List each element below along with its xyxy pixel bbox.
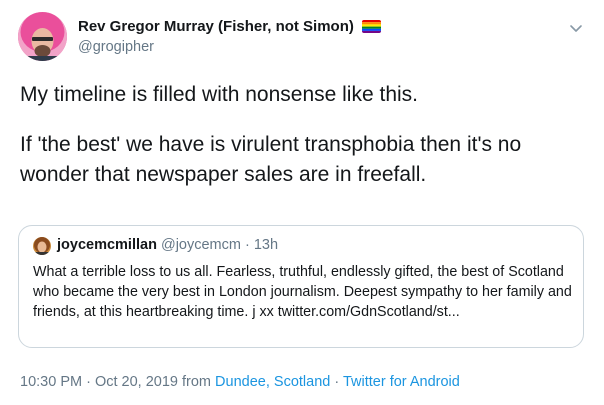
quoted-text: What a terrible loss to us all. Fearless… xyxy=(33,264,572,320)
quoted-timestamp[interactable]: 13h xyxy=(254,237,278,253)
quoted-tweet[interactable]: joycemcmillan @joycemcm · 13h What a ter… xyxy=(18,225,584,348)
author-handle[interactable]: @grogipher xyxy=(78,39,381,55)
tweet-paragraph: My timeline is filled with nonsense like… xyxy=(20,83,418,106)
source-link[interactable]: Twitter for Android xyxy=(343,374,460,390)
quoted-header: joycemcmillan @joycemcm · 13h xyxy=(57,237,278,253)
chevron-down-icon[interactable] xyxy=(568,20,584,36)
footer-from-label: from xyxy=(182,374,212,390)
tweet-timestamp[interactable]: 10:30 PM · Oct 20, 2019 xyxy=(20,374,178,390)
quoted-display-name[interactable]: joycemcmillan xyxy=(57,237,157,253)
tweet-footer: 10:30 PM · Oct 20, 2019 from Dundee, Sco… xyxy=(20,374,460,390)
tweet-card: Rev Gregor Murray (Fisher, not Simon) @g… xyxy=(0,0,604,405)
quoted-handle[interactable]: @joycemcm xyxy=(161,237,241,253)
rainbow-flag-icon xyxy=(362,20,382,34)
author-display-name[interactable]: Rev Gregor Murray (Fisher, not Simon) xyxy=(78,18,354,35)
tweet-paragraph: If 'the best' we have is virulent transp… xyxy=(20,133,522,186)
location-link[interactable]: Dundee, Scotland xyxy=(215,374,330,390)
author-info: Rev Gregor Murray (Fisher, not Simon) @g… xyxy=(78,18,382,55)
quoted-separator: · xyxy=(244,237,250,253)
quoted-author-avatar[interactable] xyxy=(33,237,51,255)
author-avatar[interactable] xyxy=(18,12,67,61)
tweet-text: My timeline is filled with nonsense like… xyxy=(20,80,590,190)
footer-separator: · xyxy=(334,374,340,390)
